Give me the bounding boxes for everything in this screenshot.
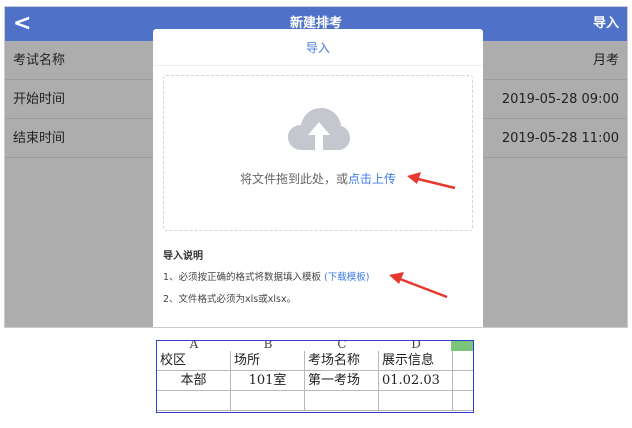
- sheet-cell: 考场名称: [305, 351, 379, 371]
- arrow-to-upload: [407, 172, 456, 190]
- column-header: D: [411, 341, 421, 351]
- arrow-to-template: [389, 272, 448, 299]
- sheet-cell: 第一考场: [305, 371, 379, 391]
- column-header: B: [263, 341, 273, 351]
- sheet-cell: 01.02.03: [379, 371, 453, 391]
- sheet-cell-empty: [453, 391, 473, 411]
- sheet-cell-empty: [157, 391, 231, 411]
- sheet-cell-empty: [231, 391, 305, 411]
- sheet-corner: [451, 341, 473, 351]
- excel-template-preview: A B C D 校区 场所 考场名称 展示信息 本部 101室 第一考场 01.…: [156, 340, 474, 413]
- sheet-cell: 本部: [157, 371, 231, 391]
- sheet-cell-empty: [453, 371, 473, 391]
- column-header: A: [189, 341, 199, 351]
- sheet-cell: 101室: [231, 371, 305, 391]
- app-screen: < 新建排考 导入 考试名称 月考 开始时间 2019-05-28 09:00 …: [4, 6, 628, 328]
- sheet-cell: 场所: [231, 351, 305, 371]
- column-header: C: [337, 341, 347, 351]
- sheet-cell: 展示信息: [379, 351, 453, 371]
- sheet-cell-empty: [305, 391, 379, 411]
- sheet-cell-empty: [379, 391, 453, 411]
- sheet-cell: 校区: [157, 351, 231, 371]
- sheet-cell-empty: [453, 351, 473, 371]
- annotation-arrows: [389, 172, 456, 299]
